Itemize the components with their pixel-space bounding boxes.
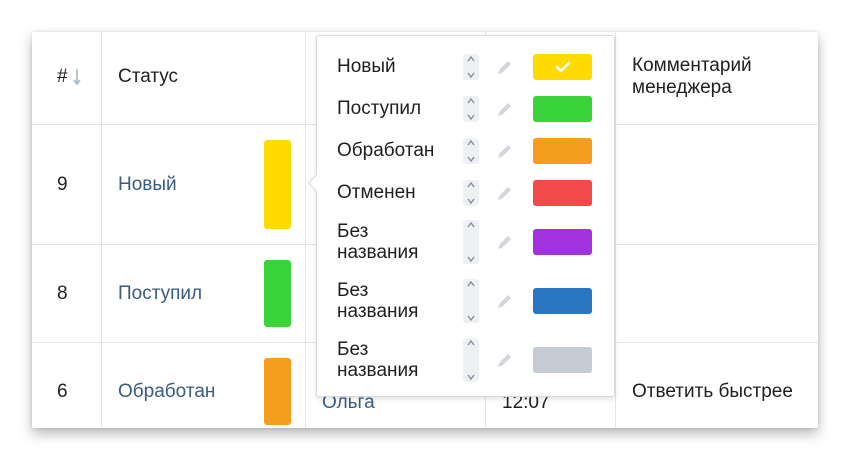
row-num: 8 bbox=[57, 283, 68, 304]
status-link[interactable]: Поступил bbox=[118, 283, 202, 305]
reorder-spinner[interactable] bbox=[463, 96, 479, 122]
chevron-up-icon[interactable] bbox=[467, 340, 475, 346]
pencil-icon[interactable] bbox=[495, 99, 515, 119]
table-row-num: 8 bbox=[32, 245, 102, 343]
status-option[interactable]: Обработан bbox=[317, 136, 614, 166]
status-color-swatch[interactable] bbox=[264, 260, 291, 327]
status-option-label-line1: Без bbox=[337, 221, 369, 242]
table-row-comment bbox=[616, 125, 818, 245]
pencil-icon[interactable] bbox=[495, 57, 515, 77]
status-option-label-line2: названия bbox=[337, 242, 419, 263]
row-num: 9 bbox=[57, 174, 68, 195]
chevron-up-icon[interactable] bbox=[467, 56, 475, 62]
status-option[interactable]: Новый bbox=[317, 52, 614, 82]
status-option-label-line2: названия bbox=[337, 301, 419, 322]
pencil-icon[interactable] bbox=[495, 183, 515, 203]
pencil-icon[interactable] bbox=[495, 350, 515, 370]
chevron-up-icon[interactable] bbox=[467, 281, 475, 287]
table-row-num: 6 bbox=[32, 343, 102, 428]
header-num-label: # bbox=[57, 66, 68, 87]
status-option-color[interactable] bbox=[533, 138, 592, 164]
chevron-down-icon[interactable] bbox=[467, 72, 475, 78]
reorder-spinner[interactable] bbox=[463, 138, 479, 164]
pencil-icon[interactable] bbox=[495, 141, 515, 161]
header-cell-comment[interactable]: Комментарий менеджера bbox=[616, 32, 818, 125]
chevron-up-icon[interactable] bbox=[467, 140, 475, 146]
reorder-spinner[interactable] bbox=[463, 338, 479, 382]
chevron-down-icon[interactable] bbox=[467, 156, 475, 162]
reorder-spinner[interactable] bbox=[463, 180, 479, 206]
row-num: 6 bbox=[57, 381, 68, 402]
header-cell-status[interactable]: Статус bbox=[102, 32, 306, 125]
reorder-spinner[interactable] bbox=[463, 279, 479, 323]
header-comment-label-line1: Комментарий bbox=[632, 55, 752, 76]
status-option-color[interactable] bbox=[533, 54, 592, 80]
status-picker-popup: Новый Поступил Обработан Отменен Без наз… bbox=[307, 35, 615, 397]
status-color-swatch[interactable] bbox=[264, 140, 291, 229]
status-option[interactable]: Поступил bbox=[317, 94, 614, 124]
comment-value: Ответить быстрее bbox=[632, 381, 793, 402]
status-link[interactable]: Обработан bbox=[118, 381, 215, 403]
table-row-status: Поступил bbox=[102, 245, 306, 343]
status-option[interactable]: Без названия bbox=[317, 218, 614, 266]
status-option[interactable]: Без названия bbox=[317, 277, 614, 325]
sort-arrow-down-icon[interactable] bbox=[72, 67, 82, 87]
status-option-color[interactable] bbox=[533, 96, 592, 122]
status-option-label: Новый bbox=[337, 56, 396, 77]
reorder-spinner[interactable] bbox=[463, 220, 479, 264]
status-color-swatch[interactable] bbox=[264, 358, 291, 425]
table-row-comment bbox=[616, 245, 818, 343]
chevron-down-icon[interactable] bbox=[467, 198, 475, 204]
chevron-up-icon[interactable] bbox=[467, 182, 475, 188]
table-row-comment: Ответить быстрее bbox=[616, 343, 818, 428]
header-comment-label-line2: менеджера bbox=[632, 77, 732, 98]
status-option-color[interactable] bbox=[533, 288, 592, 314]
status-option-label-line1: Без bbox=[337, 339, 369, 360]
chevron-down-icon[interactable] bbox=[467, 315, 475, 321]
status-option-label-line1: Без bbox=[337, 280, 369, 301]
reorder-spinner[interactable] bbox=[463, 54, 479, 80]
status-option-color[interactable] bbox=[533, 229, 592, 255]
status-option-label-line2: названия bbox=[337, 360, 419, 381]
status-option-label: Обработан bbox=[337, 140, 435, 161]
table-row-num: 9 bbox=[32, 125, 102, 245]
table-row-status: Новый bbox=[102, 125, 306, 245]
status-link[interactable]: Новый bbox=[118, 174, 177, 196]
chevron-down-icon[interactable] bbox=[467, 256, 475, 262]
header-cell-num[interactable]: # bbox=[32, 32, 102, 125]
chevron-down-icon[interactable] bbox=[467, 114, 475, 120]
status-option[interactable]: Отменен bbox=[317, 178, 614, 208]
chevron-up-icon[interactable] bbox=[467, 222, 475, 228]
header-status-label: Статус bbox=[118, 66, 179, 87]
chevron-up-icon[interactable] bbox=[467, 98, 475, 104]
status-option[interactable]: Без названия bbox=[317, 336, 614, 384]
status-option-label: Поступил bbox=[337, 98, 422, 119]
chevron-down-icon[interactable] bbox=[467, 374, 475, 380]
table-row-status: Обработан bbox=[102, 343, 306, 428]
status-option-color[interactable] bbox=[533, 180, 592, 206]
pencil-icon[interactable] bbox=[495, 291, 515, 311]
status-option-color[interactable] bbox=[533, 347, 592, 373]
checkmark-icon bbox=[555, 61, 570, 73]
pencil-icon[interactable] bbox=[495, 232, 515, 252]
status-option-label: Отменен bbox=[337, 182, 416, 203]
